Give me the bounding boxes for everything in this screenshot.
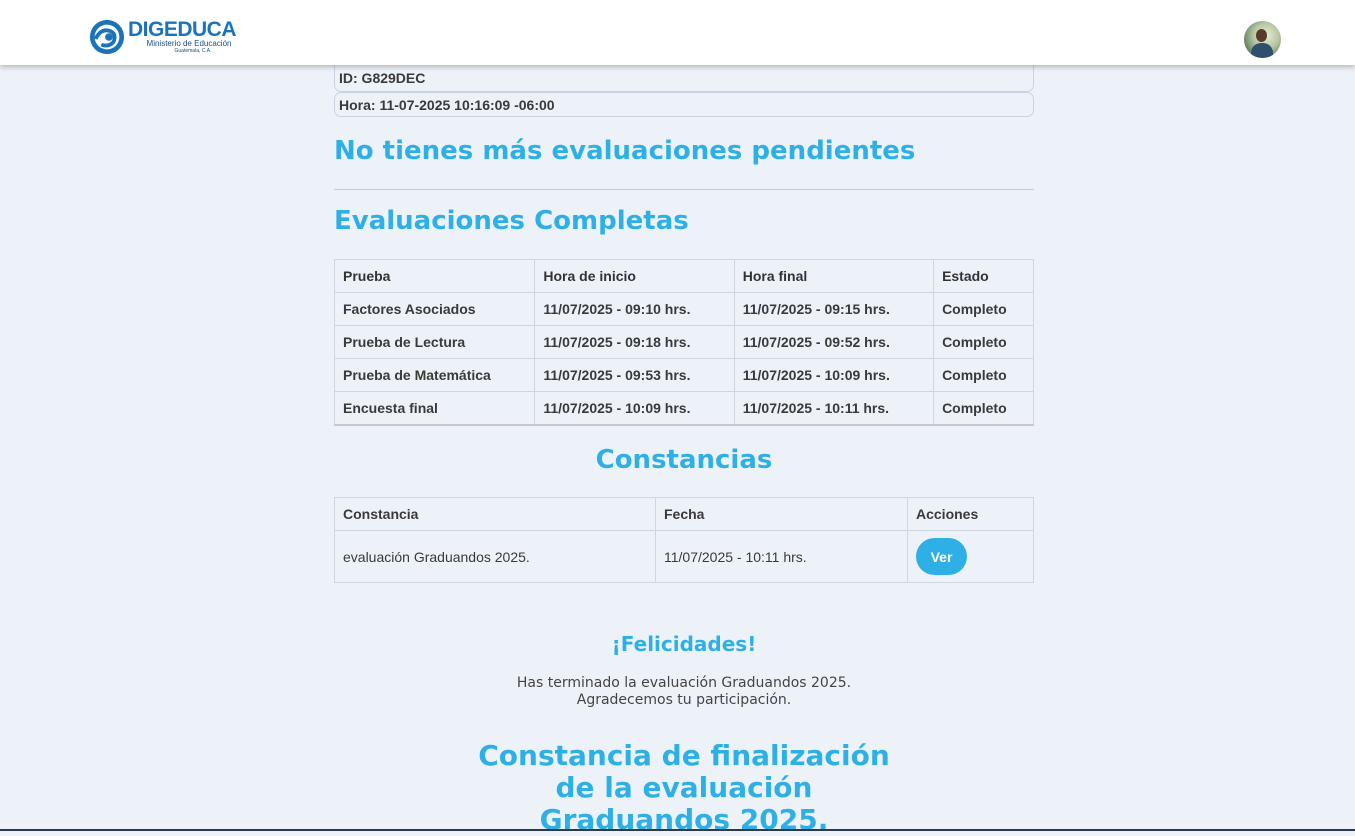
digeduca-logo-icon	[89, 19, 125, 55]
digeduca-logo[interactable]: DIGEDUCA Ministerio de Educación Guatema…	[88, 17, 237, 57]
cell-hora-inicio: 11/07/2025 - 09:10 hrs.	[534, 292, 735, 326]
cell-estado: Completo	[933, 292, 1034, 326]
table-row: Encuesta final 11/07/2025 - 10:09 hrs. 1…	[333, 391, 1034, 426]
pending-heading: No tienes más evaluaciones pendientes	[334, 136, 916, 166]
constancias-heading: Constancias	[595, 445, 773, 475]
cell-estado: Completo	[933, 391, 1034, 426]
cell-hora-final: 11/07/2025 - 10:11 hrs.	[733, 391, 935, 426]
table-row: evaluación Graduandos 2025. 11/07/2025 -…	[334, 530, 1034, 583]
header-acciones: Acciones	[907, 497, 1034, 531]
cell-prueba: Prueba de Matemática	[333, 358, 536, 392]
divider	[334, 189, 1034, 190]
cell-prueba: Prueba de Lectura	[333, 325, 536, 359]
logo-title: DIGEDUCA	[128, 18, 237, 41]
cell-fecha: 11/07/2025 - 10:11 hrs.	[655, 530, 908, 583]
header-hora-final: Hora final	[733, 259, 935, 293]
cell-prueba: Factores Asociados	[333, 292, 536, 326]
table-row: Prueba de Lectura 11/07/2025 - 09:18 hrs…	[333, 325, 1034, 359]
cell-hora-final: 11/07/2025 - 10:09 hrs.	[733, 358, 935, 392]
table-row: Factores Asociados 11/07/2025 - 09:10 hr…	[333, 292, 1034, 326]
header-estado: Estado	[933, 259, 1034, 293]
header-hora-inicio: Hora de inicio	[534, 259, 735, 293]
table-row: Prueba de Matemática 11/07/2025 - 09:53 …	[333, 358, 1034, 392]
header-constancia: Constancia	[334, 497, 656, 531]
logo-location: Guatemala, C.A.	[174, 48, 212, 54]
cell-constancia: evaluación Graduandos 2025.	[334, 530, 656, 583]
main-content: ID: G829DEC Hora: 11-07-2025 10:16:09 -0…	[333, 65, 1034, 836]
logo-subtitle: Ministerio de Educación	[146, 39, 232, 48]
congrats-heading: ¡Felicidades!	[611, 632, 757, 656]
cell-hora-final: 11/07/2025 - 09:52 hrs.	[733, 325, 935, 359]
cell-estado: Completo	[933, 325, 1034, 359]
top-navbar: DIGEDUCA Ministerio de Educación Guatema…	[0, 0, 1355, 65]
user-avatar[interactable]	[1244, 21, 1281, 58]
id-info: ID: G829DEC	[334, 65, 1034, 92]
final-certificate-heading: Constancia de finalización de la evaluac…	[478, 739, 890, 836]
table-header-row: Constancia Fecha Acciones	[334, 497, 1034, 531]
header-prueba: Prueba	[333, 259, 536, 293]
cell-prueba: Encuesta final	[333, 391, 536, 426]
completed-heading: Evaluaciones Completas	[334, 206, 689, 236]
cell-acciones: Ver	[907, 530, 1034, 583]
cell-estado: Completo	[933, 358, 1034, 392]
evaluations-table: Prueba Hora de inicio Hora final Estado …	[333, 259, 1034, 426]
cell-hora-inicio: 11/07/2025 - 09:18 hrs.	[534, 325, 735, 359]
constancias-table: Constancia Fecha Acciones evaluación Gra…	[334, 497, 1034, 583]
hora-info: Hora: 11-07-2025 10:16:09 -06:00	[334, 92, 1034, 117]
header-fecha: Fecha	[655, 497, 908, 531]
table-header-row: Prueba Hora de inicio Hora final Estado	[333, 259, 1034, 293]
cell-hora-inicio: 11/07/2025 - 10:09 hrs.	[534, 391, 735, 426]
cell-hora-inicio: 11/07/2025 - 09:53 hrs.	[534, 358, 735, 392]
ver-button[interactable]: Ver	[916, 538, 967, 575]
cell-hora-final: 11/07/2025 - 09:15 hrs.	[733, 292, 935, 326]
congrats-message: Has terminado la evaluación Graduandos 2…	[516, 675, 852, 708]
